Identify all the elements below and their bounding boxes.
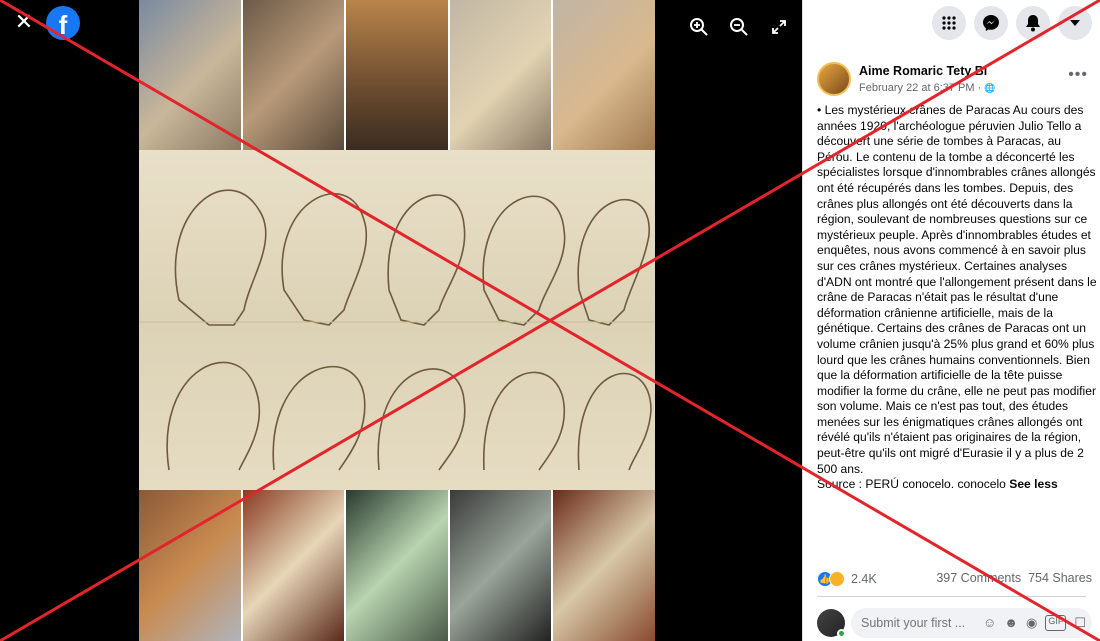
- post-sidebar: Aime Romaric Tety Bi February 22 at 6:37…: [802, 0, 1100, 641]
- avatar-sticker-icon[interactable]: ☺: [983, 615, 996, 631]
- engagement-counts: 397 Comments 754 Shares: [936, 571, 1092, 585]
- comment-input[interactable]: [861, 616, 977, 630]
- skull-photo: [449, 490, 554, 641]
- comment-tools: ☺ ☻ ◉ GIF ☐: [983, 615, 1086, 631]
- reactions-summary[interactable]: 👍 2.4K: [817, 571, 877, 587]
- skull-photo: [553, 0, 655, 150]
- post-stats: 👍 2.4K 397 Comments 754 Shares: [817, 571, 1092, 589]
- skull-photo: [139, 490, 243, 641]
- close-icon[interactable]: ✕: [12, 10, 36, 34]
- skull-photo: [449, 0, 554, 150]
- see-less-link[interactable]: See less: [1009, 477, 1057, 491]
- zoom-in-icon[interactable]: [686, 14, 712, 40]
- photo-bottom-row: [139, 490, 655, 641]
- more-options-icon[interactable]: •••: [1068, 66, 1088, 84]
- author-avatar[interactable]: [817, 62, 851, 96]
- photo-viewer: ✕ f: [0, 0, 802, 641]
- post-body: • Les mystérieux crânes de Paracas Au co…: [817, 103, 1097, 493]
- emoji-icon[interactable]: ☻: [1004, 615, 1018, 631]
- online-status-dot: [837, 629, 846, 638]
- skull-photo: [242, 490, 347, 641]
- fullscreen-icon[interactable]: [766, 14, 792, 40]
- post-timestamp[interactable]: February 22 at 6:37 PM · 🌐: [859, 82, 996, 94]
- author-name[interactable]: Aime Romaric Tety Bi: [859, 64, 987, 78]
- post-photo[interactable]: [139, 0, 655, 641]
- sketch-drawing: [139, 189, 655, 471]
- shares-count[interactable]: 754 Shares: [1028, 571, 1092, 585]
- post-date[interactable]: February 22 at 6:37 PM ·: [859, 82, 984, 94]
- camera-icon[interactable]: ◉: [1026, 615, 1037, 631]
- viewer-tools: [686, 14, 792, 40]
- divider: [817, 596, 1086, 597]
- skull-photo: [242, 0, 347, 150]
- menu-grid-icon[interactable]: [932, 6, 966, 40]
- comment-composer: ☺ ☻ ◉ GIF ☐: [817, 607, 1092, 639]
- skull-photo: [346, 490, 450, 641]
- notifications-icon[interactable]: [1016, 6, 1050, 40]
- comments-count[interactable]: 397 Comments: [936, 571, 1021, 585]
- post-text: • Les mystérieux crânes de Paracas Au co…: [817, 103, 1097, 476]
- account-dropdown-icon[interactable]: [1058, 6, 1092, 40]
- comment-box[interactable]: ☺ ☻ ◉ GIF ☐: [851, 608, 1092, 638]
- skull-photo: [553, 490, 655, 641]
- elongated-heads-sketch: [139, 150, 655, 490]
- skull-photo: [346, 0, 450, 150]
- zoom-out-icon[interactable]: [726, 14, 752, 40]
- globe-icon: 🌐: [984, 83, 996, 93]
- top-navigation: [803, 0, 1100, 46]
- skull-photo: [139, 0, 243, 150]
- messenger-icon[interactable]: [974, 6, 1008, 40]
- post-source: Source : PERÚ conocelo. conocelo: [817, 477, 1010, 492]
- facebook-logo-icon[interactable]: f: [46, 6, 80, 40]
- post-header: Aime Romaric Tety Bi February 22 at 6:37…: [817, 62, 1088, 102]
- photo-top-row: [139, 0, 655, 150]
- gif-icon[interactable]: GIF: [1045, 615, 1067, 631]
- wow-reaction-icon: [829, 571, 845, 587]
- sticker-icon[interactable]: ☐: [1074, 615, 1086, 631]
- reactions-count[interactable]: 2.4K: [851, 572, 877, 586]
